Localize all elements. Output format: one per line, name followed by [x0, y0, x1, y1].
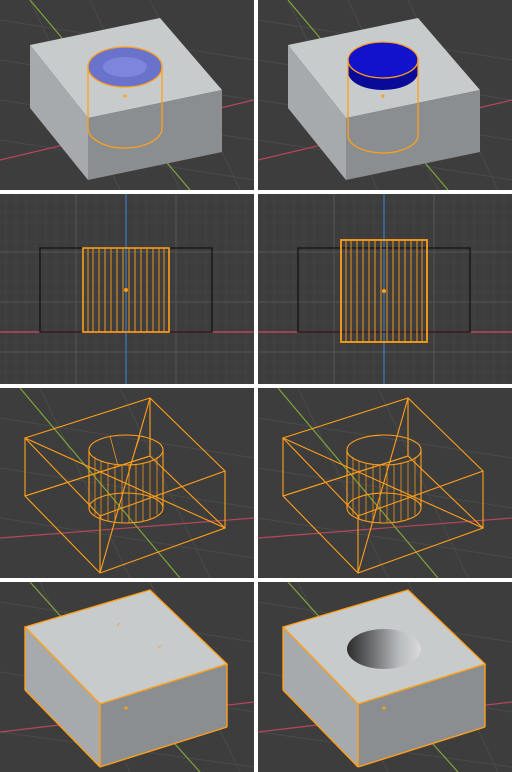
viewport-3d: [0, 0, 254, 190]
viewport-ortho: [258, 194, 512, 384]
comparison-grid: [0, 0, 512, 772]
viewport-3d: [258, 0, 512, 190]
viewport-ortho: [0, 194, 254, 384]
viewport-wireframe: [258, 388, 512, 578]
viewport-panel[interactable]: [0, 0, 254, 190]
viewport-panel[interactable]: [0, 194, 254, 384]
viewport-3d: [258, 582, 512, 772]
viewport-panel[interactable]: [0, 582, 254, 772]
viewport-panel[interactable]: [258, 194, 512, 384]
viewport-panel[interactable]: [0, 388, 254, 578]
viewport-panel[interactable]: [258, 582, 512, 772]
viewport-panel[interactable]: [258, 388, 512, 578]
viewport-wireframe: [0, 388, 254, 578]
viewport-panel[interactable]: [258, 0, 512, 190]
viewport-3d: [0, 582, 254, 772]
